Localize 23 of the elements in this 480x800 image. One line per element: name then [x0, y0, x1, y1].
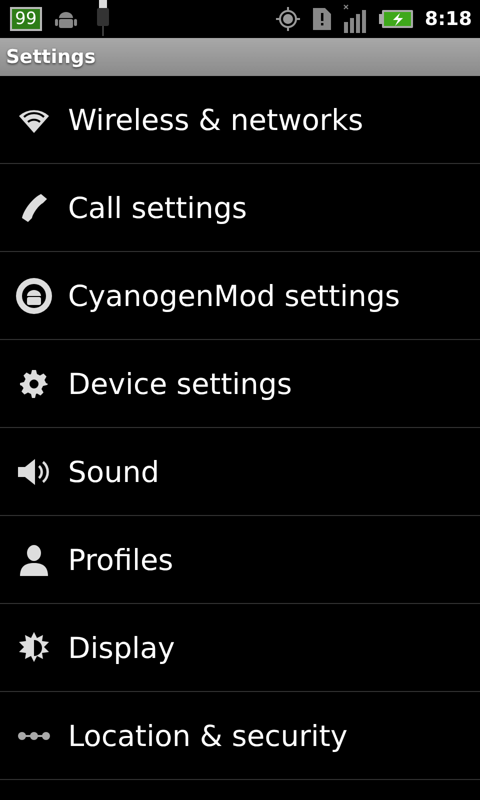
usb-plug-icon — [96, 0, 110, 36]
settings-item[interactable]: CyanogenMod settings — [0, 252, 480, 340]
gps-icon — [274, 6, 301, 32]
signal-icon — [342, 4, 367, 34]
clock: 8:18 — [424, 8, 472, 30]
battery-charging-icon — [378, 10, 413, 28]
sim-alert-icon — [312, 8, 331, 30]
notification-badge: 99 — [10, 7, 42, 31]
speaker-icon — [17, 458, 51, 486]
screen-title: Settings — [6, 46, 96, 68]
dots-icon — [17, 730, 51, 742]
brightness-icon — [17, 630, 51, 664]
settings-icon — [19, 368, 49, 398]
settings-item[interactable]: Call settings — [0, 164, 480, 252]
robot-badge-icon — [14, 276, 54, 316]
settings-item[interactable]: Sound — [0, 428, 480, 516]
phone-icon — [19, 192, 49, 224]
person-icon — [19, 544, 49, 576]
settings-item[interactable]: Location & security — [0, 692, 480, 780]
settings-item[interactable]: Wireless & networks — [0, 76, 480, 164]
settings-item[interactable]: Display — [0, 604, 480, 692]
settings-item[interactable]: Profiles — [0, 516, 480, 604]
settings-item[interactable]: Device settings — [0, 340, 480, 428]
